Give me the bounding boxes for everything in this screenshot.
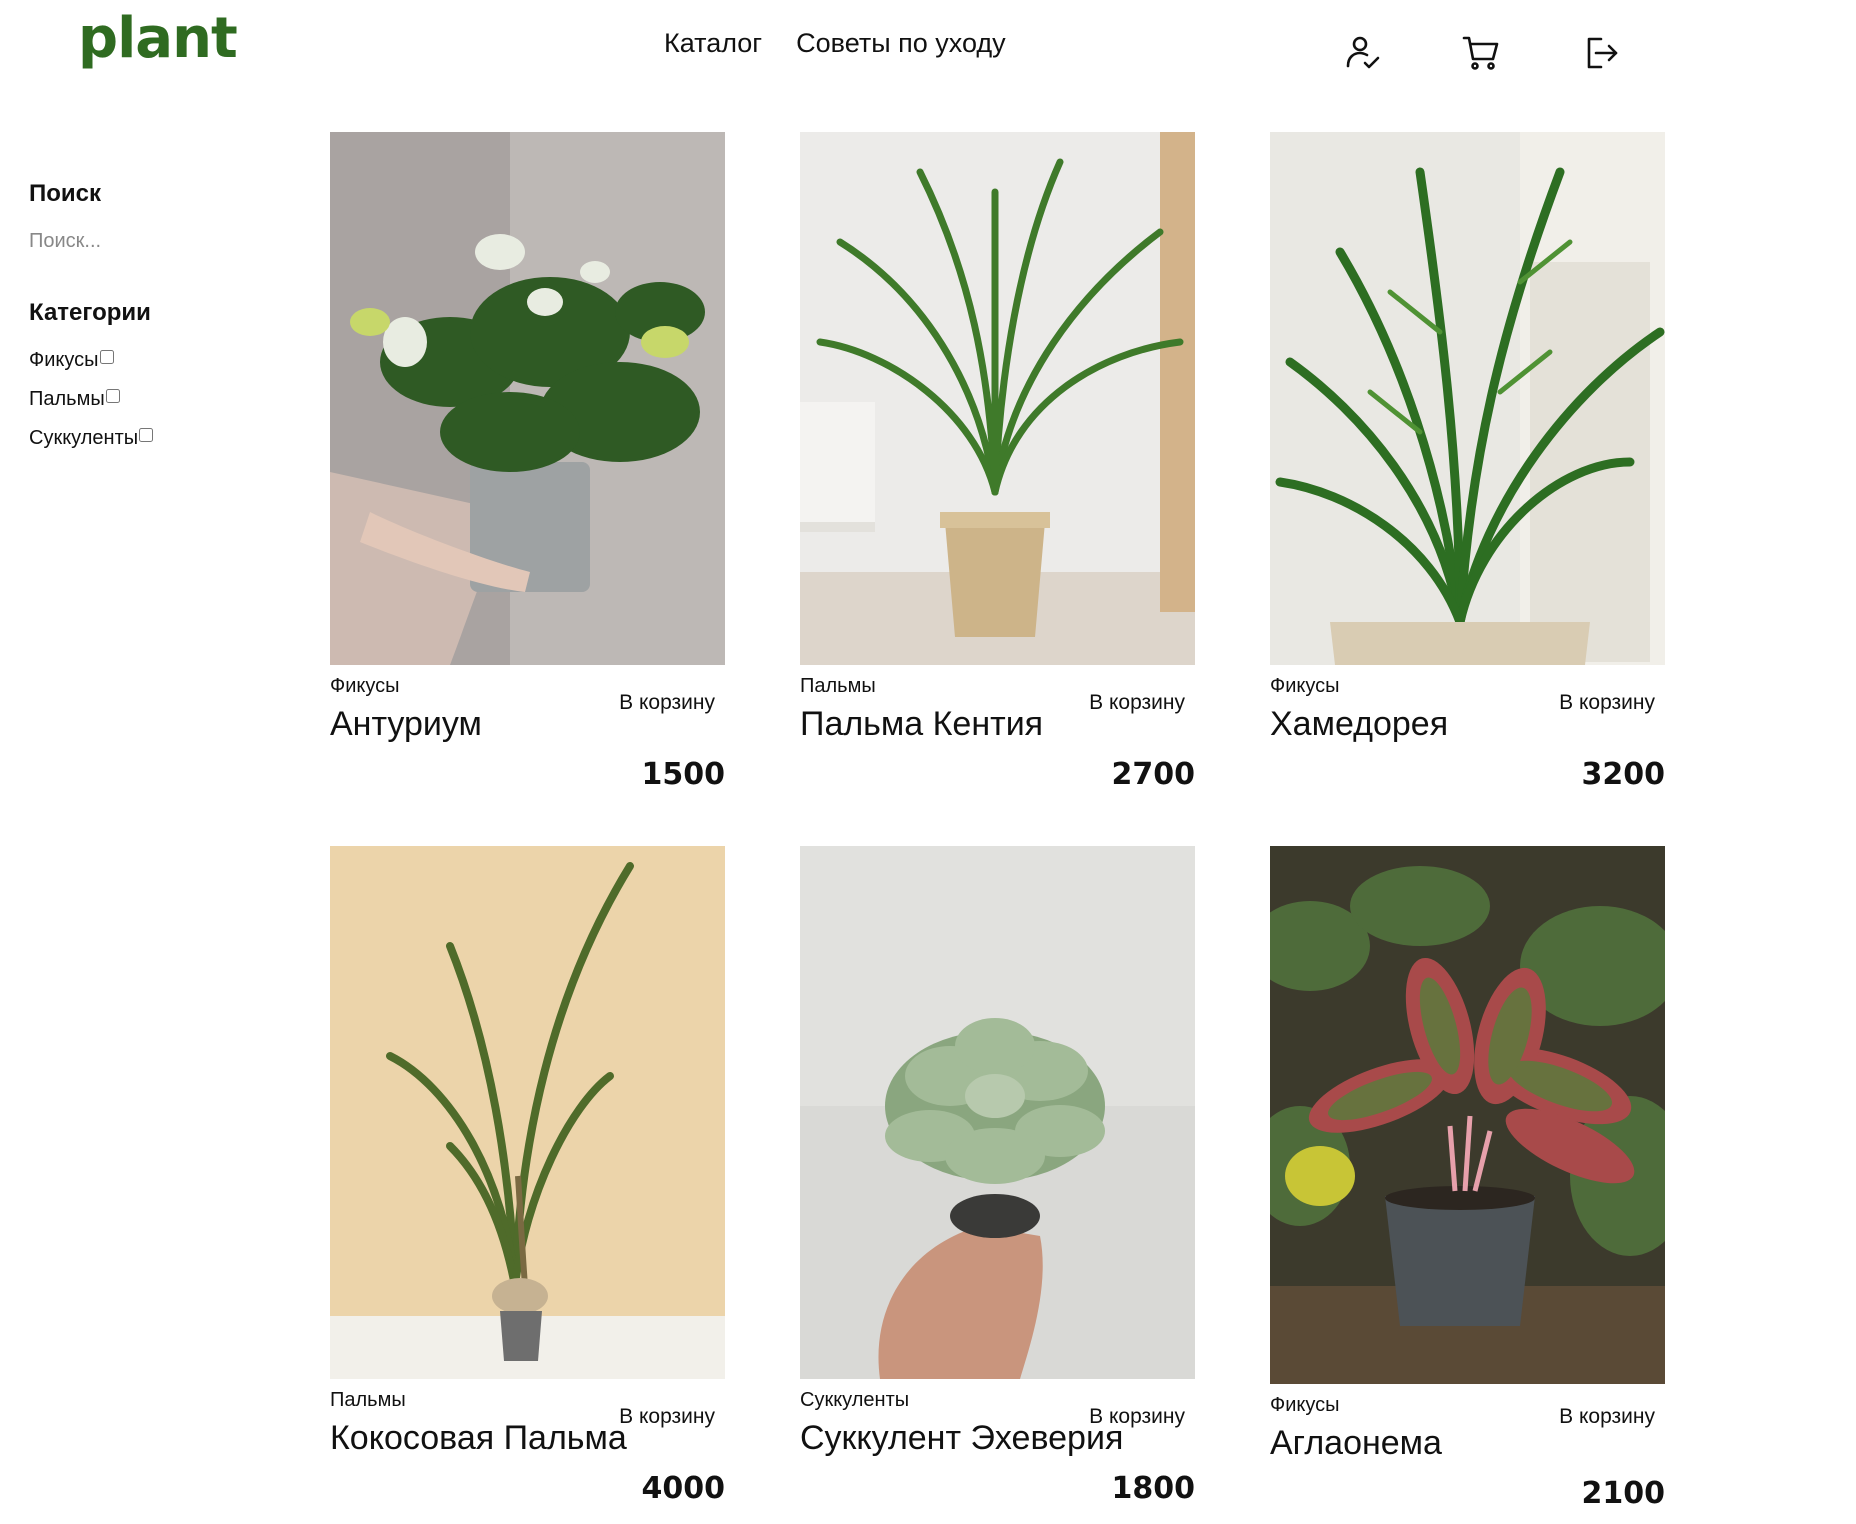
shopping-cart-icon — [1462, 36, 1499, 70]
product-price: 1800 — [1111, 1471, 1196, 1506]
user-check-icon — [1346, 36, 1380, 69]
aglaonema-photo — [1270, 846, 1665, 1384]
product-price: 2100 — [1581, 1476, 1666, 1511]
product-card[interactable]: Суккуленты Суккулент Эхеверия В корзину … — [800, 846, 1195, 1519]
chamaedorea-photo — [1270, 132, 1665, 665]
product-meta: Пальмы Кокосовая Пальма В корзину 4000 — [330, 1379, 725, 1519]
product-category: Фикусы — [330, 675, 400, 697]
add-to-cart-button[interactable]: В корзину — [1559, 1405, 1655, 1429]
product-price: 1500 — [641, 757, 726, 792]
echeveria-photo — [800, 846, 1195, 1379]
product-card[interactable]: Фикусы Аглаонема В корзину 2100 — [1270, 846, 1665, 1524]
product-card[interactable]: Фикусы Антуриум В корзину 1500 — [330, 132, 725, 805]
product-name[interactable]: Аглаонема — [1270, 1424, 1442, 1463]
header-actions — [0, 30, 1856, 80]
product-image[interactable] — [800, 132, 1195, 665]
product-image[interactable] — [800, 846, 1195, 1379]
category-filter-succulents[interactable]: Суккуленты — [29, 427, 289, 453]
category-checkbox-succulents[interactable] — [139, 428, 154, 442]
categories-heading: Категории — [29, 299, 151, 326]
product-card[interactable]: Пальмы Кокосовая Пальма В корзину 4000 — [330, 846, 725, 1519]
kentia-palm-photo — [800, 132, 1195, 665]
logout-icon — [1587, 37, 1618, 69]
product-name[interactable]: Хамедорея — [1270, 705, 1448, 744]
profile-button[interactable] — [1340, 30, 1386, 76]
product-meta: Фикусы Хамедорея В корзину 3200 — [1270, 665, 1665, 805]
product-meta: Суккуленты Суккулент Эхеверия В корзину … — [800, 1379, 1195, 1519]
product-card[interactable]: Пальмы Пальма Кентия В корзину 2700 — [800, 132, 1195, 805]
add-to-cart-button[interactable]: В корзину — [1559, 691, 1655, 715]
filters-sidebar: Поиск Категории Фикусы Пальмы Суккуленты — [29, 180, 289, 466]
product-price: 3200 — [1581, 757, 1666, 792]
product-image[interactable] — [1270, 132, 1665, 665]
product-image[interactable] — [330, 132, 725, 665]
cart-button[interactable] — [1458, 30, 1504, 76]
product-image[interactable] — [330, 846, 725, 1379]
anthurium-photo — [330, 132, 725, 665]
logout-button[interactable] — [1578, 30, 1624, 76]
product-category: Пальмы — [800, 675, 876, 697]
add-to-cart-button[interactable]: В корзину — [1089, 1405, 1185, 1429]
category-checkbox-palms[interactable] — [105, 389, 120, 403]
product-category: Фикусы — [1270, 675, 1340, 697]
search-heading: Поиск — [29, 180, 102, 207]
product-name[interactable]: Суккулент Эхеверия — [800, 1419, 1123, 1458]
product-category: Суккуленты — [800, 1389, 910, 1411]
product-meta: Фикусы Антуриум В корзину 1500 — [330, 665, 725, 805]
product-price: 2700 — [1111, 757, 1196, 792]
coconut-palm-photo — [330, 846, 725, 1379]
product-meta: Фикусы Аглаонема В корзину 2100 — [1270, 1384, 1665, 1524]
search-input[interactable] — [29, 230, 249, 253]
product-name[interactable]: Пальма Кентия — [800, 705, 1043, 744]
product-price: 4000 — [641, 1471, 726, 1506]
category-label: Пальмы — [29, 388, 105, 410]
category-filter-ficus[interactable]: Фикусы — [29, 349, 289, 375]
header: plant Каталог Советы по уходу — [0, 0, 1856, 100]
product-name[interactable]: Антуриум — [330, 705, 482, 744]
product-category: Пальмы — [330, 1389, 406, 1411]
category-filter-palms[interactable]: Пальмы — [29, 388, 289, 414]
product-name[interactable]: Кокосовая Пальма — [330, 1419, 627, 1458]
product-card[interactable]: Фикусы Хамедорея В корзину 3200 — [1270, 132, 1665, 805]
product-category: Фикусы — [1270, 1394, 1340, 1416]
category-label: Суккуленты — [29, 427, 139, 449]
add-to-cart-button[interactable]: В корзину — [1089, 691, 1185, 715]
category-label: Фикусы — [29, 349, 99, 371]
category-checkbox-ficus[interactable] — [99, 350, 114, 364]
add-to-cart-button[interactable]: В корзину — [619, 691, 715, 715]
product-meta: Пальмы Пальма Кентия В корзину 2700 — [800, 665, 1195, 805]
product-image[interactable] — [1270, 846, 1665, 1384]
add-to-cart-button[interactable]: В корзину — [619, 1405, 715, 1429]
